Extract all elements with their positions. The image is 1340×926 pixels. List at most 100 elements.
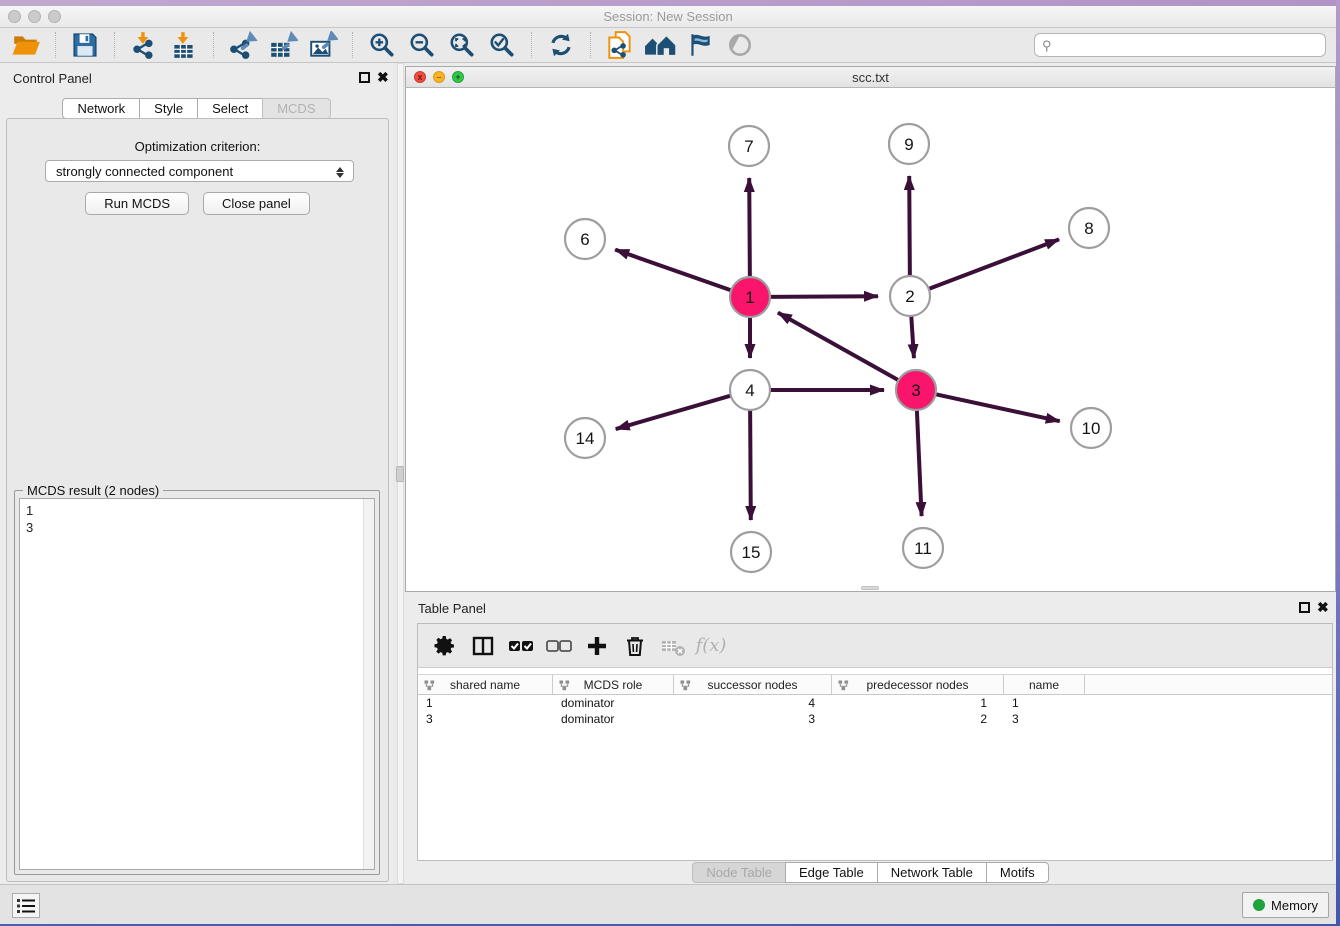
- zoom-in-button[interactable]: [362, 30, 402, 60]
- add-row-button[interactable]: [578, 628, 616, 664]
- float-panel-icon[interactable]: [359, 72, 370, 83]
- graph-edge-2-3[interactable]: [911, 314, 914, 358]
- task-list-button[interactable]: [12, 893, 40, 918]
- mcds-result-title: MCDS result (2 nodes): [23, 483, 163, 498]
- close-panel-button[interactable]: Close panel: [203, 192, 310, 215]
- tab-network-table[interactable]: Network Table: [877, 862, 986, 883]
- cell-predecessor-nodes[interactable]: 2: [832, 711, 1004, 727]
- graph-node-11[interactable]: 11: [903, 528, 943, 568]
- graph-node-8[interactable]: 8: [1069, 208, 1109, 248]
- cell-MCDS-role[interactable]: dominator: [553, 695, 674, 711]
- column-header-name[interactable]: name: [1004, 675, 1085, 694]
- graph-node-1[interactable]: 1: [730, 277, 770, 317]
- gear-button[interactable]: [426, 628, 464, 664]
- graph-edge-2-9[interactable]: [909, 176, 910, 278]
- graph-edge-4-14[interactable]: [616, 395, 733, 429]
- memory-button[interactable]: Memory: [1242, 892, 1329, 918]
- select-stepper-icon: [335, 163, 345, 181]
- table-row[interactable]: 1dominator411: [418, 695, 1332, 711]
- split-columns-button[interactable]: [464, 628, 502, 664]
- column-header-successor-nodes[interactable]: successor nodes: [674, 675, 832, 694]
- cell-shared-name[interactable]: 1: [418, 695, 553, 711]
- export-network-button[interactable]: [223, 30, 263, 60]
- zoom-out-button[interactable]: [402, 30, 442, 60]
- column-header-MCDS-role[interactable]: MCDS role: [553, 675, 674, 694]
- import-network-button[interactable]: [124, 30, 164, 60]
- splitter-handle[interactable]: [396, 466, 404, 482]
- network-canvas[interactable]: 1 2 3 4 6 7 8 9 10 11 14 15: [406, 88, 1335, 591]
- deselect-all-button[interactable]: [540, 628, 578, 664]
- tab-mcds[interactable]: MCDS: [262, 98, 330, 119]
- table-panel-body: f(x) shared name MCDS rolesuccessor nodes…: [417, 623, 1333, 861]
- graph-edge-2-8[interactable]: [927, 239, 1059, 289]
- cell-MCDS-role[interactable]: dominator: [553, 711, 674, 727]
- column-header-predecessor-nodes[interactable]: predecessor nodes: [832, 675, 1004, 694]
- cell-shared-name[interactable]: 3: [418, 711, 553, 727]
- table-row[interactable]: 3dominator323: [418, 711, 1332, 727]
- refresh-button[interactable]: [541, 30, 581, 60]
- memory-status-icon: [1253, 899, 1265, 911]
- graph-edge-3-11[interactable]: [917, 408, 922, 516]
- cell-name[interactable]: 1: [1004, 695, 1085, 711]
- select-all-button[interactable]: [502, 628, 540, 664]
- graph-node-14[interactable]: 14: [565, 418, 605, 458]
- zoom-fit-button[interactable]: [442, 30, 482, 60]
- open-session-button[interactable]: [6, 30, 46, 60]
- graph-node-3[interactable]: 3: [896, 370, 936, 410]
- zoom-in-icon: [368, 31, 396, 59]
- table-float-panel-icon[interactable]: [1299, 602, 1310, 613]
- graph-node-7[interactable]: 7: [729, 126, 769, 166]
- tab-network[interactable]: Network: [62, 98, 139, 119]
- graph-edge-3-10[interactable]: [934, 394, 1060, 421]
- cell-successor-nodes[interactable]: 3: [674, 711, 832, 727]
- import-table-button[interactable]: [164, 30, 204, 60]
- table-header-row: shared name MCDS rolesuccessor nodesprede…: [418, 674, 1332, 695]
- export-table-button[interactable]: [263, 30, 303, 60]
- cell-successor-nodes[interactable]: 4: [674, 695, 832, 711]
- graph-node-9[interactable]: 9: [889, 124, 929, 164]
- home-icon: [644, 32, 676, 58]
- tab-node-table[interactable]: Node Table: [692, 862, 785, 883]
- graph-edge-1-6[interactable]: [615, 250, 733, 291]
- clone-network-button[interactable]: [600, 30, 640, 60]
- graph-node-15[interactable]: 15: [731, 532, 771, 572]
- table-tabs: Node TableEdge TableNetwork TableMotifs: [405, 862, 1336, 884]
- column-header-shared-name[interactable]: shared name: [418, 675, 553, 694]
- mcds-result-scrollbar[interactable]: [363, 499, 374, 869]
- tab-select[interactable]: Select: [197, 98, 262, 119]
- graph-edge-4-15[interactable]: [750, 408, 751, 520]
- criterion-select[interactable]: strongly connected component: [45, 160, 354, 182]
- column-label: shared name: [450, 678, 520, 692]
- import-table-icon: [169, 31, 199, 59]
- cell-name[interactable]: 3: [1004, 711, 1085, 727]
- table-close-panel-icon[interactable]: ✖: [1317, 599, 1329, 616]
- home-button[interactable]: [640, 30, 680, 60]
- flag-button[interactable]: [680, 30, 720, 60]
- trash-button[interactable]: [616, 628, 654, 664]
- close-panel-icon[interactable]: ✖: [377, 69, 389, 86]
- run-mcds-button[interactable]: Run MCDS: [85, 192, 189, 215]
- search-input[interactable]: [1034, 33, 1326, 57]
- tab-edge-table[interactable]: Edge Table: [785, 862, 877, 883]
- cell-predecessor-nodes[interactable]: 1: [832, 695, 1004, 711]
- export-image-button[interactable]: [303, 30, 343, 60]
- graph-edge-1-2[interactable]: [768, 296, 878, 297]
- graph-node-2[interactable]: 2: [890, 276, 930, 316]
- svg-text:8: 8: [1084, 219, 1093, 238]
- graph-edge-3-1[interactable]: [778, 313, 900, 382]
- export-table-icon: [268, 31, 298, 59]
- graph-node-10[interactable]: 10: [1071, 408, 1111, 448]
- svg-text:10: 10: [1082, 419, 1101, 438]
- network-window-grip[interactable]: [861, 586, 879, 590]
- tab-style[interactable]: Style: [139, 98, 197, 119]
- node-table: shared name MCDS rolesuccessor nodesprede…: [418, 674, 1332, 727]
- tab-motifs[interactable]: Motifs: [986, 862, 1049, 883]
- save-session-button[interactable]: [65, 30, 105, 60]
- clone-network-icon: [605, 30, 635, 60]
- zoom-selected-button[interactable]: [482, 30, 522, 60]
- graph-node-6[interactable]: 6: [565, 219, 605, 259]
- function-button: f(x): [692, 628, 730, 664]
- desktop-wallpaper-top: [0, 0, 1340, 6]
- graph-edge-1-7[interactable]: [749, 178, 750, 279]
- graph-node-4[interactable]: 4: [730, 370, 770, 410]
